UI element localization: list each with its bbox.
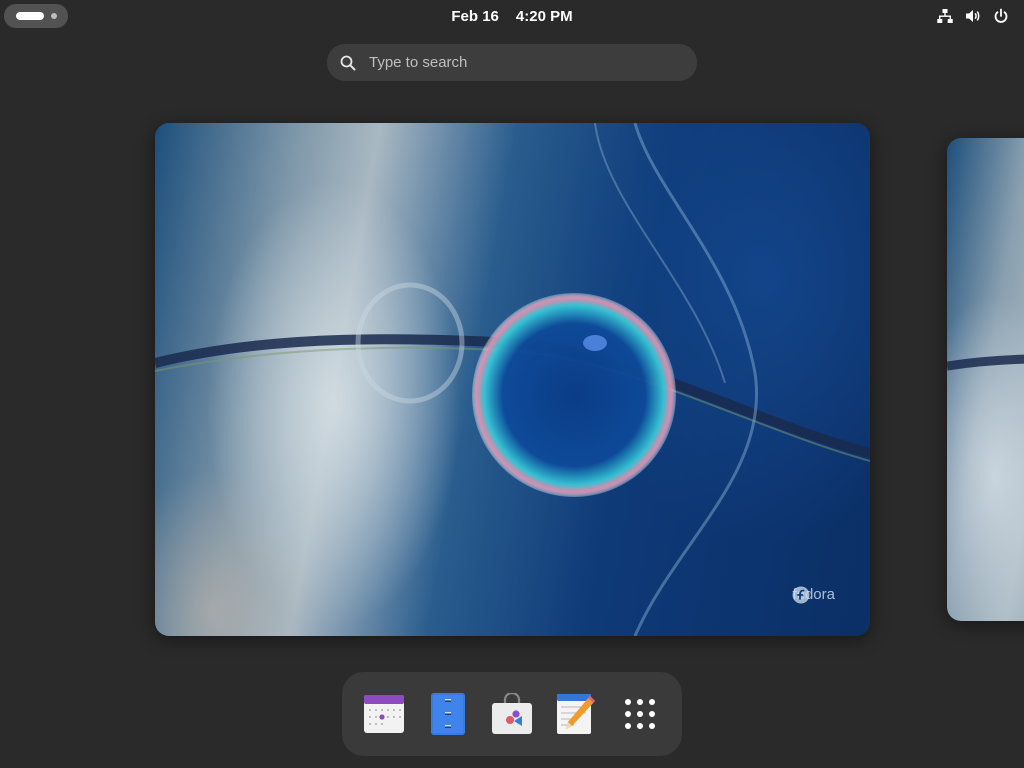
fedora-logo: fedora: [792, 586, 835, 604]
network-wired-icon: [936, 7, 954, 25]
text-editor-icon: [557, 694, 595, 734]
software-icon: [492, 693, 532, 734]
system-status-menu[interactable]: [936, 6, 1010, 26]
calendar-icon: [364, 695, 404, 733]
software-app-button[interactable]: [490, 692, 534, 736]
date-time-button[interactable]: Feb 16 4:20 PM: [445, 8, 578, 25]
workspace-thumbnail-current[interactable]: fedora: [155, 123, 870, 636]
search-entry[interactable]: [327, 44, 697, 81]
date-label: Feb 16: [451, 7, 499, 25]
calendar-app-button[interactable]: [362, 692, 406, 736]
top-bar: Feb 16 4:20 PM: [0, 0, 1024, 32]
text-editor-app-button[interactable]: [554, 692, 598, 736]
show-apps-button[interactable]: [618, 692, 662, 736]
search-icon: [339, 54, 357, 72]
volume-icon: [964, 7, 982, 25]
search-input[interactable]: [367, 53, 671, 72]
files-app-button[interactable]: [426, 692, 470, 736]
workspace-indicator-active: [16, 12, 44, 20]
clock-area: Feb 16 4:20 PM: [0, 0, 1024, 32]
desktop-wallpaper-next: [947, 138, 1024, 621]
workspace-thumbnail-next[interactable]: [947, 138, 1024, 621]
workspace-indicator-inactive: [51, 13, 57, 19]
power-icon: [992, 7, 1010, 25]
desktop-wallpaper: fedora: [155, 123, 870, 636]
wallpaper-bubble-art: [155, 123, 870, 636]
app-grid-icon: [625, 699, 655, 729]
activities-button[interactable]: [4, 4, 68, 28]
dash: [342, 672, 682, 756]
time-label: 4:20 PM: [515, 7, 573, 25]
files-icon: [431, 693, 465, 735]
